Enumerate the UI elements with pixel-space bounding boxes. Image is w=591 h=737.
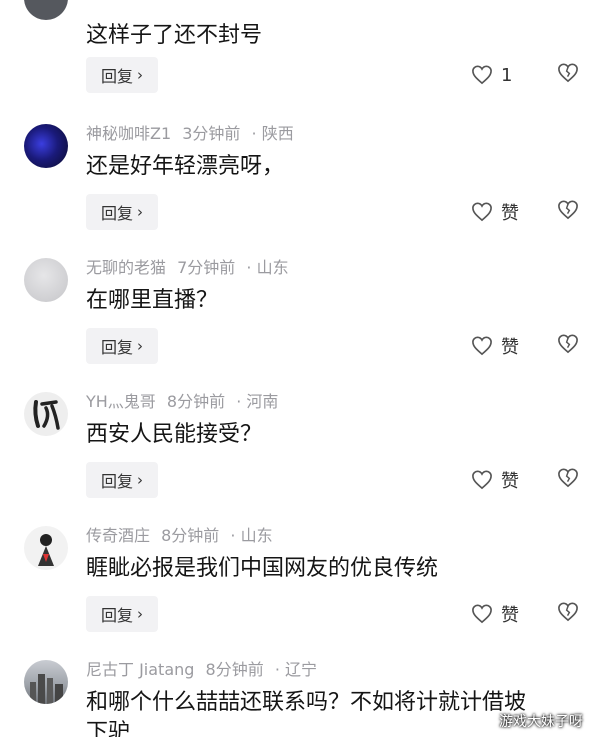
like-button[interactable]: 赞: [471, 332, 519, 360]
reply-label: 回复: [100, 338, 133, 357]
comment-meta: 神秘咖啡Z1 3分钟前 · 陕西: [86, 120, 300, 144]
like-button[interactable]: 赞: [471, 600, 519, 628]
dislike-button[interactable]: [557, 334, 579, 358]
like-button[interactable]: 赞: [471, 466, 519, 494]
watermark: 游戏大妹子呀: [499, 714, 583, 730]
heart-icon: [472, 202, 492, 222]
comment-text: 在哪里直播？: [86, 288, 219, 313]
broken-heart-icon: [558, 200, 578, 220]
timestamp: 8分钟前: [205, 660, 264, 679]
like-button[interactable]: 赞: [471, 198, 519, 226]
comment-item: 神秘咖啡Z1 3分钟前 · 陕西 还是好年轻漂亮呀， 回复 › 赞: [0, 118, 591, 252]
dislike-button[interactable]: [557, 63, 579, 87]
chevron-right-icon: ›: [137, 66, 143, 84]
comment-meta: 尼古丁 Jiatang 8分钟前 · 辽宁: [86, 656, 323, 680]
chevron-right-icon: ›: [137, 337, 143, 355]
like-button[interactable]: 1: [471, 61, 512, 89]
broken-heart-icon: [558, 334, 578, 354]
comment-text: 西安人民能接受？: [86, 422, 263, 447]
timestamp: 7分钟前: [177, 258, 236, 277]
username[interactable]: YH灬鬼哥: [86, 392, 156, 411]
reply-button[interactable]: 回复 ›: [86, 328, 158, 364]
reply-label: 回复: [100, 606, 133, 625]
avatar[interactable]: [24, 526, 68, 570]
broken-heart-icon: [558, 468, 578, 488]
like-label: 赞: [501, 471, 519, 492]
username[interactable]: 传奇酒庄: [86, 526, 150, 545]
comment-item: 无聊的老猫 7分钟前 · 山东 在哪里直播？ 回复 › 赞: [0, 252, 591, 386]
avatar[interactable]: [24, 392, 68, 436]
comment-text-continued: 下驴: [86, 720, 131, 737]
comment-meta: YH灬鬼哥 8分钟前 · 河南: [86, 388, 284, 412]
comment-text: 睚眦必报是我们中国网友的优良传统: [86, 556, 439, 581]
like-label: 赞: [501, 203, 519, 224]
avatar[interactable]: [24, 258, 68, 302]
comment-text: 还是好年轻漂亮呀，: [86, 154, 285, 179]
location: · 山东: [230, 526, 273, 545]
chevron-right-icon: ›: [137, 471, 143, 489]
heart-icon: [472, 65, 492, 85]
reply-label: 回复: [100, 67, 133, 86]
reply-label: 回复: [100, 472, 133, 491]
like-count: 1: [501, 64, 513, 86]
like-label: 赞: [501, 337, 519, 358]
broken-heart-icon: [558, 602, 578, 622]
broken-heart-icon: [558, 63, 578, 83]
reply-button[interactable]: 回复 ›: [86, 596, 158, 632]
comment-meta: 传奇酒庄 8分钟前 · 山东: [86, 522, 279, 546]
username[interactable]: 无聊的老猫: [86, 258, 166, 277]
avatar[interactable]: [24, 0, 68, 20]
timestamp: 3分钟前: [182, 124, 241, 143]
location: · 河南: [236, 392, 279, 411]
timestamp: 8分钟前: [166, 392, 226, 411]
chevron-right-icon: ›: [137, 203, 143, 221]
comment-item: 这样子了还不封号 回复 › 1: [0, 0, 591, 104]
location: · 辽宁: [274, 660, 317, 679]
comment-item: YH灬鬼哥 8分钟前 · 河南 西安人民能接受？ 回复 › 赞: [0, 386, 591, 520]
reply-button[interactable]: 回复 ›: [86, 194, 158, 230]
like-label: 赞: [501, 605, 519, 626]
comment-text: 这样子了还不封号: [86, 23, 263, 48]
dislike-button[interactable]: [557, 200, 579, 224]
cityscape-avatar-image: [30, 674, 63, 704]
heart-icon: [472, 336, 492, 356]
dislike-button[interactable]: [557, 468, 579, 492]
comment-item: 传奇酒庄 8分钟前 · 山东 睚眦必报是我们中国网友的优良传统 回复 › 赞: [0, 520, 591, 654]
avatar[interactable]: [24, 124, 68, 168]
avatar[interactable]: [24, 660, 68, 704]
heart-icon: [472, 470, 492, 490]
dislike-button[interactable]: [557, 602, 579, 626]
reply-button[interactable]: 回复 ›: [86, 462, 158, 498]
timestamp: 8分钟前: [161, 526, 220, 545]
location: · 山东: [246, 258, 289, 277]
chevron-right-icon: ›: [137, 605, 143, 623]
username[interactable]: 神秘咖啡Z1: [86, 124, 171, 143]
comment-text: 和哪个什么喆喆还联系吗？不如将计就计借坡: [86, 690, 527, 715]
comment-meta: 无聊的老猫 7分钟前 · 山东: [86, 254, 295, 278]
heart-icon: [472, 604, 492, 624]
location: · 陕西: [251, 124, 294, 143]
reply-label: 回复: [100, 204, 133, 223]
character-avatar-image: [38, 534, 54, 566]
reply-button[interactable]: 回复 ›: [86, 57, 158, 93]
username[interactable]: 尼古丁 Jiatang: [86, 660, 194, 679]
calligraphy-avatar-image: [33, 400, 60, 430]
